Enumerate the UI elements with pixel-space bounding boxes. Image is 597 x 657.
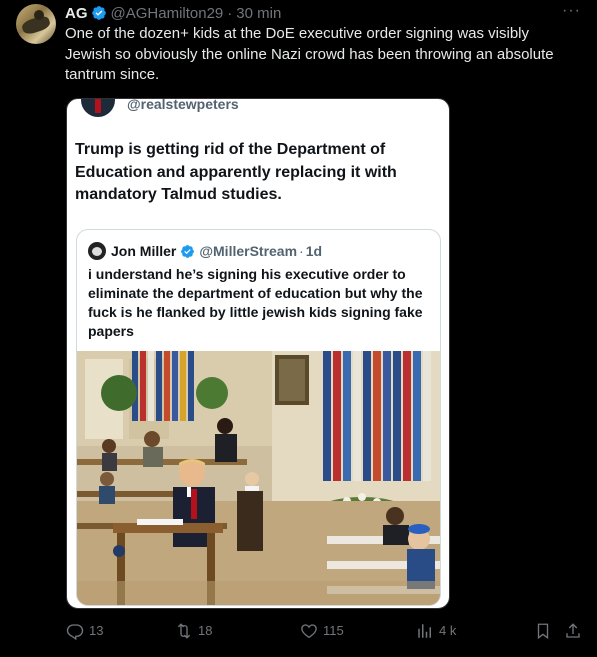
more-options-icon[interactable]: ··· — [562, 2, 581, 20]
quoted-author-name: Jon Miller — [111, 243, 177, 259]
heart-icon — [301, 624, 317, 639]
share-icon — [566, 623, 580, 638]
embedded-avatar — [81, 99, 115, 117]
share-button[interactable] — [564, 621, 587, 641]
views-button[interactable]: 4 k — [416, 621, 456, 641]
tweet-media-image[interactable]: @realstewpeters Trump is getting rid of … — [66, 98, 450, 609]
photo-illustration — [77, 351, 440, 605]
bookmark-icon — [537, 623, 549, 640]
quoted-post: Jon Miller @MillerStream · 1d i understa… — [76, 229, 441, 606]
author-name[interactable]: AG — [65, 5, 88, 22]
verified-badge-icon — [181, 244, 195, 258]
author-handle[interactable]: @AGHamilton29 — [111, 5, 224, 22]
avatar-shape — [34, 10, 44, 20]
repost-button[interactable]: 18 — [175, 621, 212, 641]
repost-count: 18 — [198, 623, 213, 638]
signing-photo — [77, 351, 440, 605]
separator-dot: · — [227, 4, 233, 22]
quoted-avatar — [88, 242, 106, 260]
repost-icon — [177, 623, 191, 639]
analytics-icon — [418, 624, 431, 638]
avatar-shape — [95, 99, 101, 113]
embedded-post-text: Trump is getting rid of the Department o… — [75, 141, 397, 203]
timestamp[interactable]: 30 min — [236, 5, 281, 22]
tweet-text: One of the dozen+ kids at the DoE execut… — [65, 25, 554, 83]
avatar[interactable] — [16, 4, 56, 44]
reply-icon — [66, 624, 84, 640]
embedded-handle: @realstewpeters — [127, 98, 239, 112]
quoted-handle: @MillerStream — [199, 243, 298, 259]
tweet-header: AG @AGHamilton29 · 30 min — [65, 4, 281, 22]
action-bar: 13 18 115 4 k — [66, 621, 582, 641]
quoted-timestamp: 1d — [305, 243, 323, 259]
reply-button[interactable]: 13 — [66, 621, 103, 641]
tweet[interactable]: AG @AGHamilton29 · 30 min ··· One of the… — [0, 0, 597, 657]
quoted-post-text: i understand he’s signing his executive … — [88, 266, 423, 339]
bookmark-button[interactable] — [534, 621, 557, 641]
reply-count: 13 — [89, 623, 104, 638]
like-button[interactable]: 115 — [300, 621, 344, 641]
like-count: 115 — [323, 623, 344, 638]
verified-badge-icon — [91, 6, 106, 20]
view-count: 4 k — [439, 623, 457, 638]
separator-dot: · — [299, 243, 304, 259]
quoted-header: Jon Miller @MillerStream · 1d — [88, 242, 322, 260]
